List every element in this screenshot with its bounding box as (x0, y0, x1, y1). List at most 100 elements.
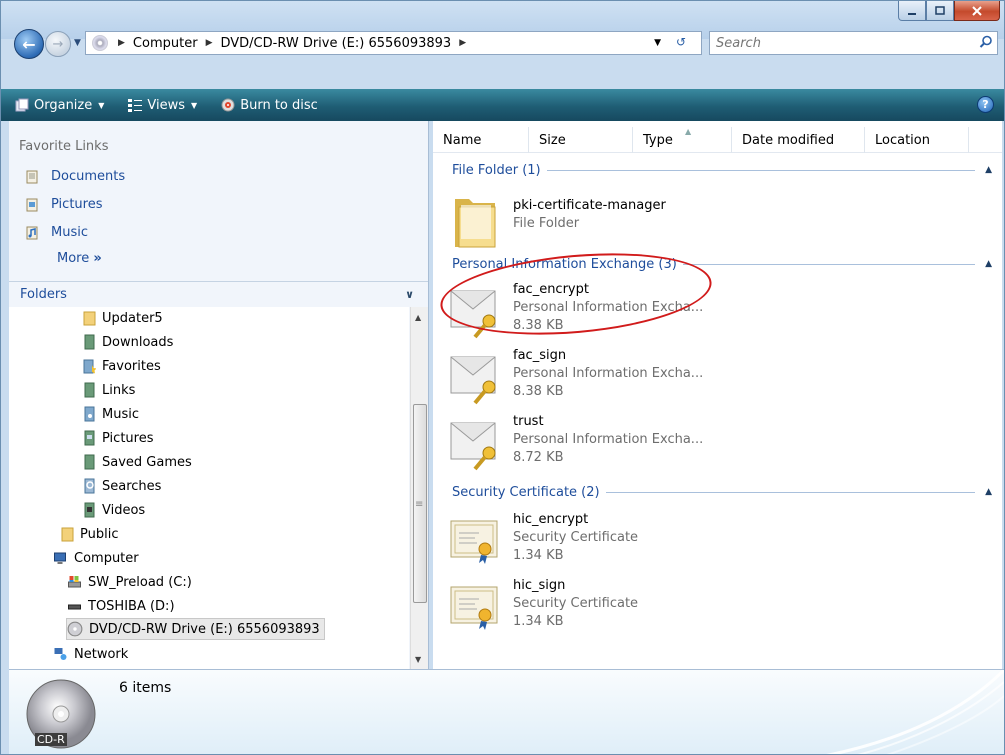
file-item[interactable]: trust Personal Information Excha... 8.72… (447, 413, 703, 473)
tree-item-computer[interactable]: Computer (52, 547, 139, 569)
documents-icon (26, 170, 38, 183)
tree-item-pictures[interactable]: Pictures (83, 427, 153, 449)
tree-item-label: SW_Preload (C:) (88, 574, 192, 590)
favorite-link-documents[interactable]: Documents (25, 169, 125, 184)
favorite-link-label: Pictures (51, 197, 103, 212)
burn-to-disc-button[interactable]: Burn to disc (221, 98, 328, 113)
column-size[interactable]: Size (529, 127, 633, 153)
views-label: Views (147, 97, 186, 113)
drive-d-icon (68, 604, 81, 610)
group-header-security-certificate[interactable]: Security Certificate (2) ▲ (433, 483, 1002, 501)
file-item[interactable]: hic_sign Security Certificate 1.34 KB (447, 577, 638, 637)
tree-item-videos[interactable]: Videos (83, 499, 145, 521)
file-type: File Folder (513, 216, 580, 231)
tree-item-label: Downloads (102, 334, 174, 350)
collapse-icon[interactable]: ▲ (985, 259, 992, 269)
caption-buttons (898, 1, 1000, 23)
breadcrumb-separator-icon[interactable]: ▶ (459, 38, 466, 48)
saved-games-icon (84, 454, 95, 470)
tree-item-label: Computer (74, 550, 139, 566)
downloads-icon (84, 334, 95, 350)
tree-item-label: Music (102, 406, 139, 422)
burn-disc-icon (221, 98, 235, 112)
scroll-down-icon[interactable]: ▼ (415, 655, 421, 664)
forward-button[interactable]: → (45, 31, 71, 57)
organize-button[interactable]: Organize ▼ (15, 98, 114, 113)
tree-item-label: Favorites (102, 358, 161, 374)
tree-item-links[interactable]: Links (83, 379, 135, 401)
views-button[interactable]: Views ▼ (128, 98, 207, 113)
breadcrumb-separator-icon[interactable]: ▶ (206, 38, 213, 48)
column-name[interactable]: Name (433, 127, 529, 153)
favorite-links-header: Favorite Links (19, 139, 109, 154)
file-item[interactable]: pki-certificate-manager File Folder (447, 191, 666, 251)
help-button[interactable]: ? (977, 96, 994, 113)
breadcrumb-dvd-drive[interactable]: DVD/CD-RW Drive (E:) 6556093893 (220, 36, 451, 51)
tree-item-saved-games[interactable]: Saved Games (83, 451, 192, 473)
search-box[interactable] (709, 31, 998, 55)
tree-item-dvd-drive[interactable]: DVD/CD-RW Drive (E:) 6556093893 (66, 618, 325, 640)
column-date-modified[interactable]: Date modified (732, 127, 865, 153)
column-location[interactable]: Location (865, 127, 969, 153)
tree-item-favorites[interactable]: Favorites (83, 355, 161, 377)
search-icon[interactable] (979, 35, 993, 49)
file-type: Personal Information Excha... (513, 366, 704, 381)
chevron-down-icon: ▼ (98, 100, 105, 110)
tree-item-sw-preload[interactable]: SW_Preload (C:) (66, 571, 192, 593)
organize-label: Organize (34, 97, 93, 113)
tree-item-network[interactable]: Network (52, 643, 128, 665)
tree-item-label: DVD/CD-RW Drive (E:) 6556093893 (89, 621, 320, 637)
folders-header[interactable]: Folders ∨ (9, 281, 428, 306)
file-name: hic_encrypt (513, 512, 589, 527)
back-button[interactable]: ← (14, 29, 44, 59)
file-item[interactable]: fac_sign Personal Information Excha... 8… (447, 347, 703, 407)
tree-item-label: Videos (102, 502, 146, 518)
tree-item-toshiba[interactable]: TOSHIBA (D:) (66, 595, 175, 617)
minimize-button[interactable] (898, 1, 926, 21)
certificate-icon (450, 586, 498, 630)
chevron-down-icon: ∨ (405, 288, 414, 301)
pictures-icon (26, 198, 38, 211)
group-header-file-folder[interactable]: File Folder (1) ▲ (433, 161, 1002, 179)
tree-item-searches[interactable]: Searches (83, 475, 161, 497)
refresh-icon[interactable]: ↺ (669, 35, 693, 51)
collapse-icon[interactable]: ▲ (985, 165, 992, 175)
column-label: Name (443, 132, 482, 148)
network-icon (54, 648, 67, 660)
file-item[interactable]: hic_encrypt Security Certificate 1.34 KB (447, 511, 638, 571)
tree-item-label: Network (74, 646, 129, 662)
maximize-button[interactable] (926, 1, 954, 21)
folder-tree-scrollbar[interactable]: ▲ ≡ ▼ (410, 307, 428, 669)
more-links[interactable]: More » (57, 251, 102, 266)
breadcrumb-separator-icon[interactable]: ▶ (118, 38, 125, 48)
tree-item-label: TOSHIBA (D:) (88, 598, 175, 614)
file-name: trust (513, 414, 544, 429)
address-bar[interactable]: ▶ Computer ▶ DVD/CD-RW Drive (E:) 655609… (85, 31, 702, 55)
breadcrumb-computer[interactable]: Computer (133, 36, 198, 51)
close-button[interactable] (954, 1, 1000, 21)
favorite-link-label: Documents (51, 169, 126, 184)
pfx-key-icon (450, 422, 496, 471)
tree-item-updater5[interactable]: Updater5 (83, 307, 163, 329)
collapse-icon[interactable]: ▲ (985, 487, 992, 497)
scroll-up-icon[interactable]: ▲ (415, 313, 421, 322)
tree-item-music[interactable]: Music (83, 403, 139, 425)
address-dropdown-icon[interactable]: ▼ (654, 38, 661, 48)
column-type[interactable]: Type (633, 127, 732, 153)
dvd-drive-icon (67, 621, 83, 637)
file-type: Security Certificate (513, 530, 639, 545)
computer-icon (54, 552, 66, 564)
tree-item-downloads[interactable]: Downloads (83, 331, 173, 353)
file-name: hic_sign (513, 578, 566, 593)
burn-label: Burn to disc (240, 97, 318, 113)
group-divider (546, 169, 976, 171)
certificate-icon (450, 520, 498, 564)
search-input[interactable] (710, 32, 970, 54)
favorite-link-music[interactable]: Music (25, 225, 88, 240)
maximize-icon (935, 5, 945, 15)
recent-pages-dropdown[interactable]: ▼ (74, 38, 81, 48)
tree-item-label: Public (80, 526, 119, 542)
tree-item-public[interactable]: Public (61, 523, 118, 545)
favorite-link-pictures[interactable]: Pictures (25, 197, 102, 212)
file-size: 1.34 KB (513, 614, 564, 629)
